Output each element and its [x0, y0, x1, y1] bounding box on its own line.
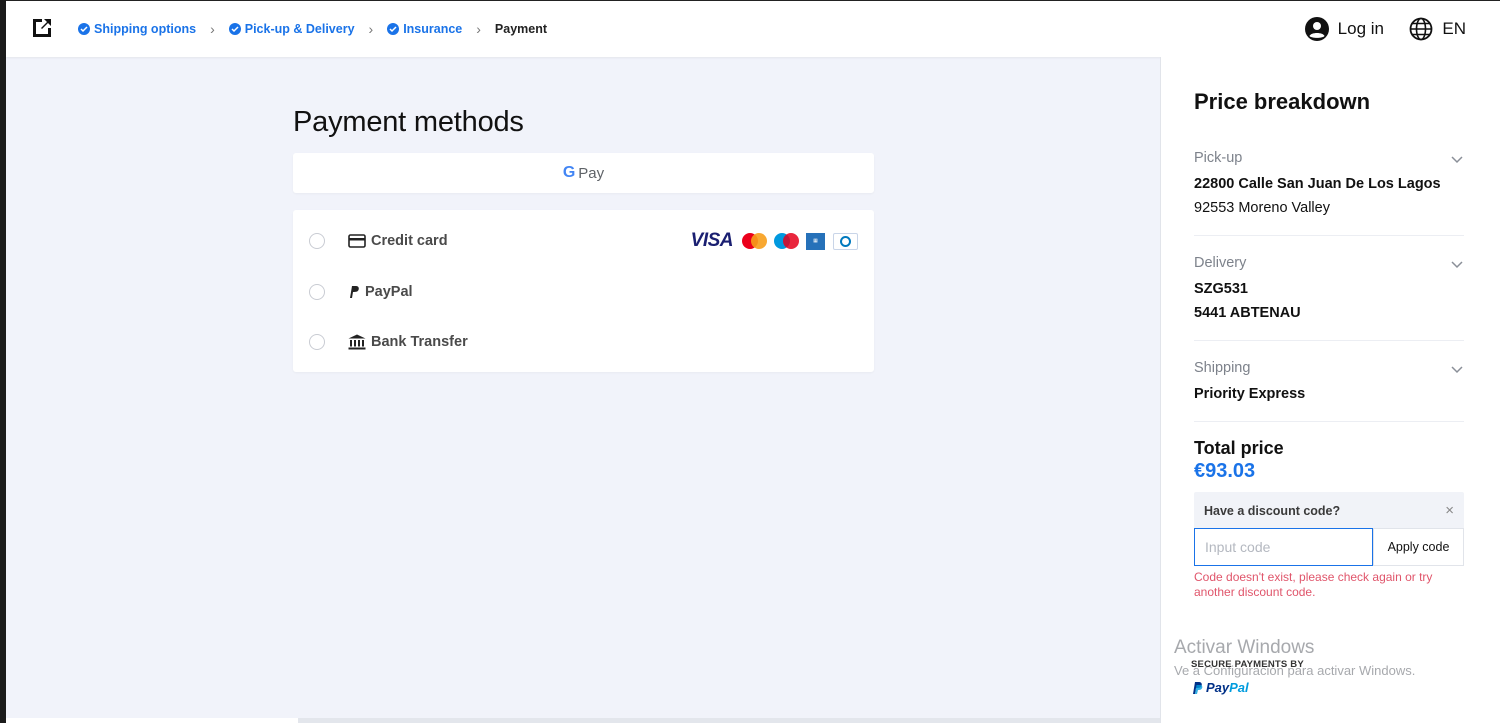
chevron-down-icon[interactable]: [1450, 152, 1464, 166]
window-edge: [0, 0, 6, 723]
apply-code-button[interactable]: Apply code: [1373, 528, 1464, 566]
delivery-city: 5441 ABTENAU: [1194, 305, 1301, 321]
payment-method-label: Credit card: [371, 233, 448, 250]
pickup-address: 22800 Calle San Juan De Los Lagos: [1194, 176, 1441, 192]
price-breakdown-panel: Price breakdown Pick-up 22800 Calle San …: [1160, 57, 1500, 723]
discount-error-message: Code doesn't exist, please check again o…: [1194, 570, 1433, 599]
payment-method-credit-card[interactable]: Credit card VISA ▦: [293, 216, 874, 267]
radio-button[interactable]: [309, 283, 325, 300]
check-circle-icon: [78, 23, 90, 35]
google-pay-label: Pay: [578, 164, 605, 182]
bank-icon: [348, 334, 366, 350]
maestro-icon: [774, 232, 799, 250]
credit-card-icon: [348, 234, 366, 249]
google-pay-button[interactable]: G Pay: [293, 153, 874, 193]
step-shipping-options[interactable]: Shipping options: [78, 22, 196, 36]
paypal-logo-text: Pay: [1206, 680, 1230, 695]
login-button[interactable]: Log in: [1304, 17, 1384, 41]
diners-icon: [833, 232, 858, 250]
payment-method-bank-transfer[interactable]: Bank Transfer: [293, 317, 874, 368]
shipping-section[interactable]: Shipping Priority Express: [1194, 360, 1464, 422]
payment-method-list: Credit card VISA ▦ PayPal Bank Transfer: [293, 210, 874, 372]
step-pickup-delivery[interactable]: Pick-up & Delivery: [228, 22, 355, 36]
chevron-right-icon: ›: [368, 21, 374, 37]
step-insurance[interactable]: Insurance: [387, 22, 462, 36]
step-label: Shipping options: [94, 22, 197, 36]
discount-code-box: Have a discount code? × Apply code: [1194, 492, 1464, 566]
login-label: Log in: [1337, 19, 1384, 38]
visa-icon: VISA: [690, 230, 734, 251]
total-price-value: €93.03: [1194, 460, 1256, 482]
price-breakdown-title: Price breakdown: [1194, 89, 1371, 114]
discount-title: Have a discount code?: [1204, 504, 1341, 518]
windows-activation-watermark: Activar Windows: [1174, 637, 1315, 658]
delivery-section[interactable]: Delivery SZG531 5441 ABTENAU: [1194, 255, 1464, 341]
top-navigation-bar: Shipping options › Pick-up & Delivery › …: [6, 0, 1500, 57]
step-payment: Payment: [495, 22, 547, 36]
section-title: Shipping: [1194, 360, 1251, 376]
paypal-icon: [1193, 681, 1203, 694]
radio-button[interactable]: [309, 233, 325, 250]
check-circle-icon: [387, 23, 400, 35]
delivery-code: SZG531: [1194, 281, 1248, 297]
step-label: Payment: [494, 22, 548, 36]
close-icon[interactable]: ×: [1445, 502, 1454, 519]
check-circle-icon: [228, 23, 241, 35]
pickup-city: 92553 Moreno Valley: [1194, 200, 1330, 216]
paypal-logo: Pay Pal: [1191, 680, 1249, 695]
paypal-icon: [348, 285, 360, 299]
chevron-down-icon[interactable]: [1450, 257, 1464, 271]
card-brand-logos: VISA ▦: [691, 230, 858, 252]
total-price-label: Total price: [1194, 438, 1284, 458]
mastercard-icon: [742, 232, 767, 250]
radio-button[interactable]: [309, 334, 325, 351]
payment-method-label: PayPal: [365, 283, 413, 300]
google-g-icon: G: [562, 164, 576, 181]
external-link-icon[interactable]: [30, 16, 54, 40]
section-title: Delivery: [1194, 255, 1247, 271]
shipping-service: Priority Express: [1194, 386, 1306, 402]
section-title: Pick-up: [1194, 150, 1243, 166]
language-selector[interactable]: EN: [1409, 17, 1466, 41]
step-label: Insurance: [403, 22, 463, 36]
discount-code-input[interactable]: [1194, 528, 1373, 566]
payment-method-paypal[interactable]: PayPal: [293, 267, 874, 318]
chevron-right-icon: ›: [476, 21, 481, 37]
language-label: EN: [1442, 19, 1466, 38]
user-circle-icon: [1304, 17, 1329, 41]
payment-methods-panel: Payment methods G Pay Credit card VISA ▦…: [293, 106, 874, 372]
pickup-section[interactable]: Pick-up 22800 Calle San Juan De Los Lago…: [1194, 150, 1464, 236]
amex-icon: ▦: [806, 232, 825, 250]
scrollbar-thumb[interactable]: [6, 718, 298, 723]
secure-payments-label: SECURE PAYMENTS BY: [1191, 659, 1304, 670]
horizontal-scrollbar[interactable]: [6, 718, 1160, 723]
page-title: Payment methods: [293, 106, 524, 138]
payment-method-label: Bank Transfer: [371, 334, 468, 351]
paypal-logo-text: Pal: [1229, 680, 1249, 695]
step-label: Pick-up & Delivery: [244, 22, 355, 36]
chevron-right-icon: ›: [210, 21, 215, 37]
globe-icon: [1409, 17, 1433, 41]
checkout-steps: Shipping options › Pick-up & Delivery › …: [78, 21, 547, 37]
chevron-down-icon[interactable]: [1450, 362, 1464, 376]
